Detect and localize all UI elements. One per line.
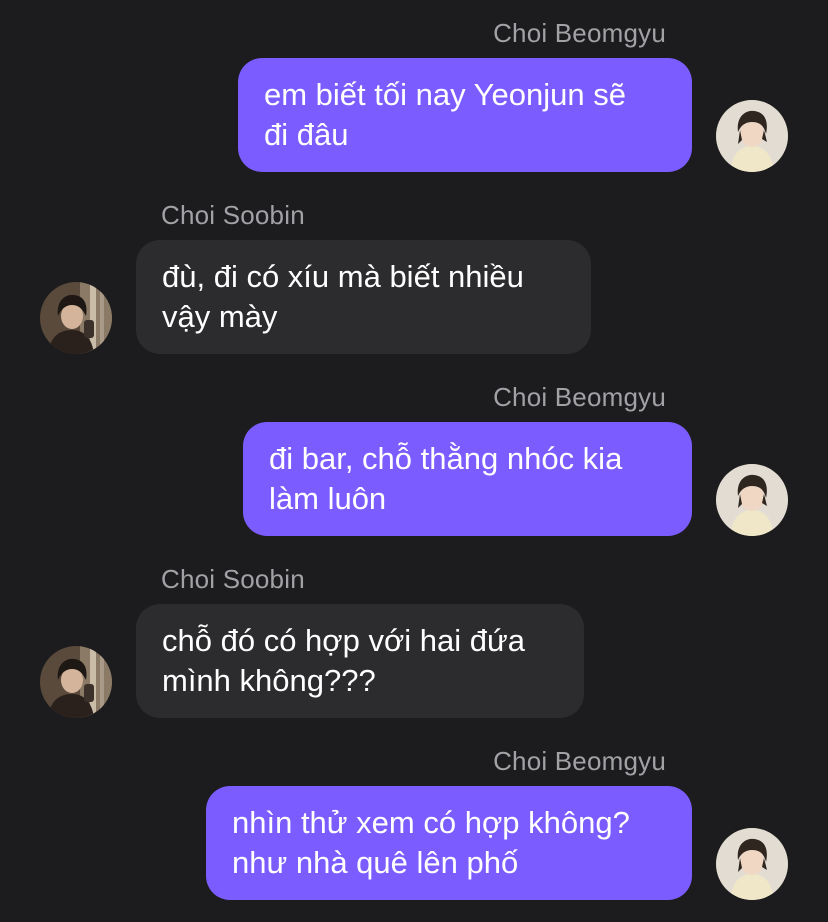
soobin-avatar-icon[interactable] <box>40 282 112 354</box>
beomgyu-avatar-icon[interactable] <box>716 464 788 536</box>
message-text-line: nhìn thử xem có hợp không? <box>232 805 630 840</box>
message-bubble[interactable]: đù, đi có xíu mà biết nhiều vậy mày <box>136 240 591 354</box>
message-bubble[interactable]: nhìn thử xem có hợp không? như nhà quê l… <box>206 786 692 900</box>
message-bubble[interactable]: chỗ đó có hợp với hai đứa mình không??? <box>136 604 584 718</box>
sender-name: Choi Soobin <box>161 200 305 230</box>
message-text-line: mình không??? <box>162 663 376 698</box>
message-text-line: đù, đi có xíu mà biết nhiều <box>162 259 524 294</box>
message-text-line: đi bar, chỗ thằng nhóc kia <box>269 441 623 476</box>
message-text-line: làm luôn <box>269 481 387 516</box>
message-bubble[interactable]: đi bar, chỗ thằng nhóc kia làm luôn <box>243 422 692 536</box>
message-text-line: vậy mày <box>162 299 278 334</box>
message-text-line: như nhà quê lên phố <box>232 845 519 880</box>
soobin-avatar-icon[interactable] <box>40 646 112 718</box>
message-text-line: chỗ đó có hợp với hai đứa <box>162 623 526 658</box>
sender-name: Choi Beomgyu <box>493 746 666 776</box>
sender-name: Choi Beomgyu <box>493 382 666 412</box>
beomgyu-avatar-icon[interactable] <box>716 828 788 900</box>
message-text-line: em biết tối nay Yeonjun sẽ <box>264 77 626 112</box>
message-bubble[interactable]: em biết tối nay Yeonjun sẽ đi đâu <box>238 58 692 172</box>
sender-name: Choi Soobin <box>161 564 305 594</box>
sender-name: Choi Beomgyu <box>493 18 666 48</box>
beomgyu-avatar-icon[interactable] <box>716 100 788 172</box>
message-text-line: đi đâu <box>264 117 349 152</box>
chat-thread: Choi Beomgyu em biết tối nay Yeonjun sẽ … <box>0 0 828 922</box>
